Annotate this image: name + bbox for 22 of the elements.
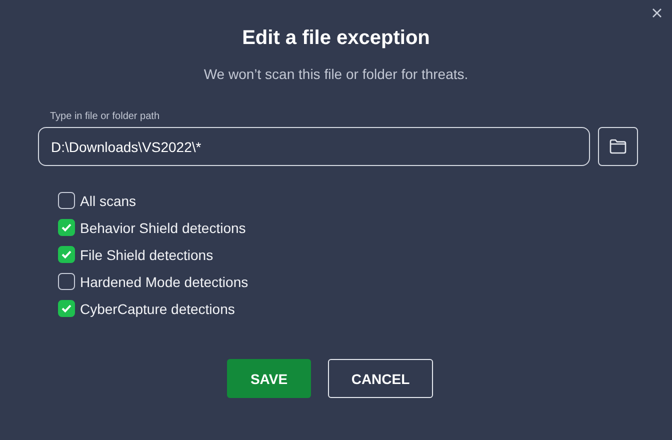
folder-icon [609, 139, 627, 154]
checkbox[interactable] [58, 246, 75, 263]
checkbox-label: All scans [80, 192, 136, 208]
checkbox[interactable] [58, 300, 75, 317]
checkmark-icon [61, 223, 72, 232]
checkmark-icon [61, 250, 72, 259]
browse-button[interactable] [598, 127, 638, 166]
checkbox[interactable] [58, 273, 75, 290]
checkbox-label: Hardened Mode detections [80, 274, 248, 290]
field-label: Type in file or folder path [50, 111, 161, 122]
checkbox[interactable] [58, 219, 75, 236]
checkbox-label: Behavior Shield detections [80, 220, 246, 236]
checkmark-icon [61, 304, 72, 313]
checkbox-label: File Shield detections [80, 246, 214, 262]
dialog-title: Edit a file exception [241, 27, 431, 51]
dialog-subtitle: We won’t scan this file or folder for threats. [202, 66, 470, 82]
save-button[interactable]: SAVE [227, 359, 311, 398]
cancel-button[interactable]: CANCEL [328, 359, 433, 398]
checkbox[interactable] [58, 192, 75, 209]
checkbox-label: CyberCapture detections [80, 300, 235, 316]
path-field[interactable]: D:\Downloads\VS2022\* [38, 127, 590, 166]
close-icon[interactable] [652, 8, 662, 18]
